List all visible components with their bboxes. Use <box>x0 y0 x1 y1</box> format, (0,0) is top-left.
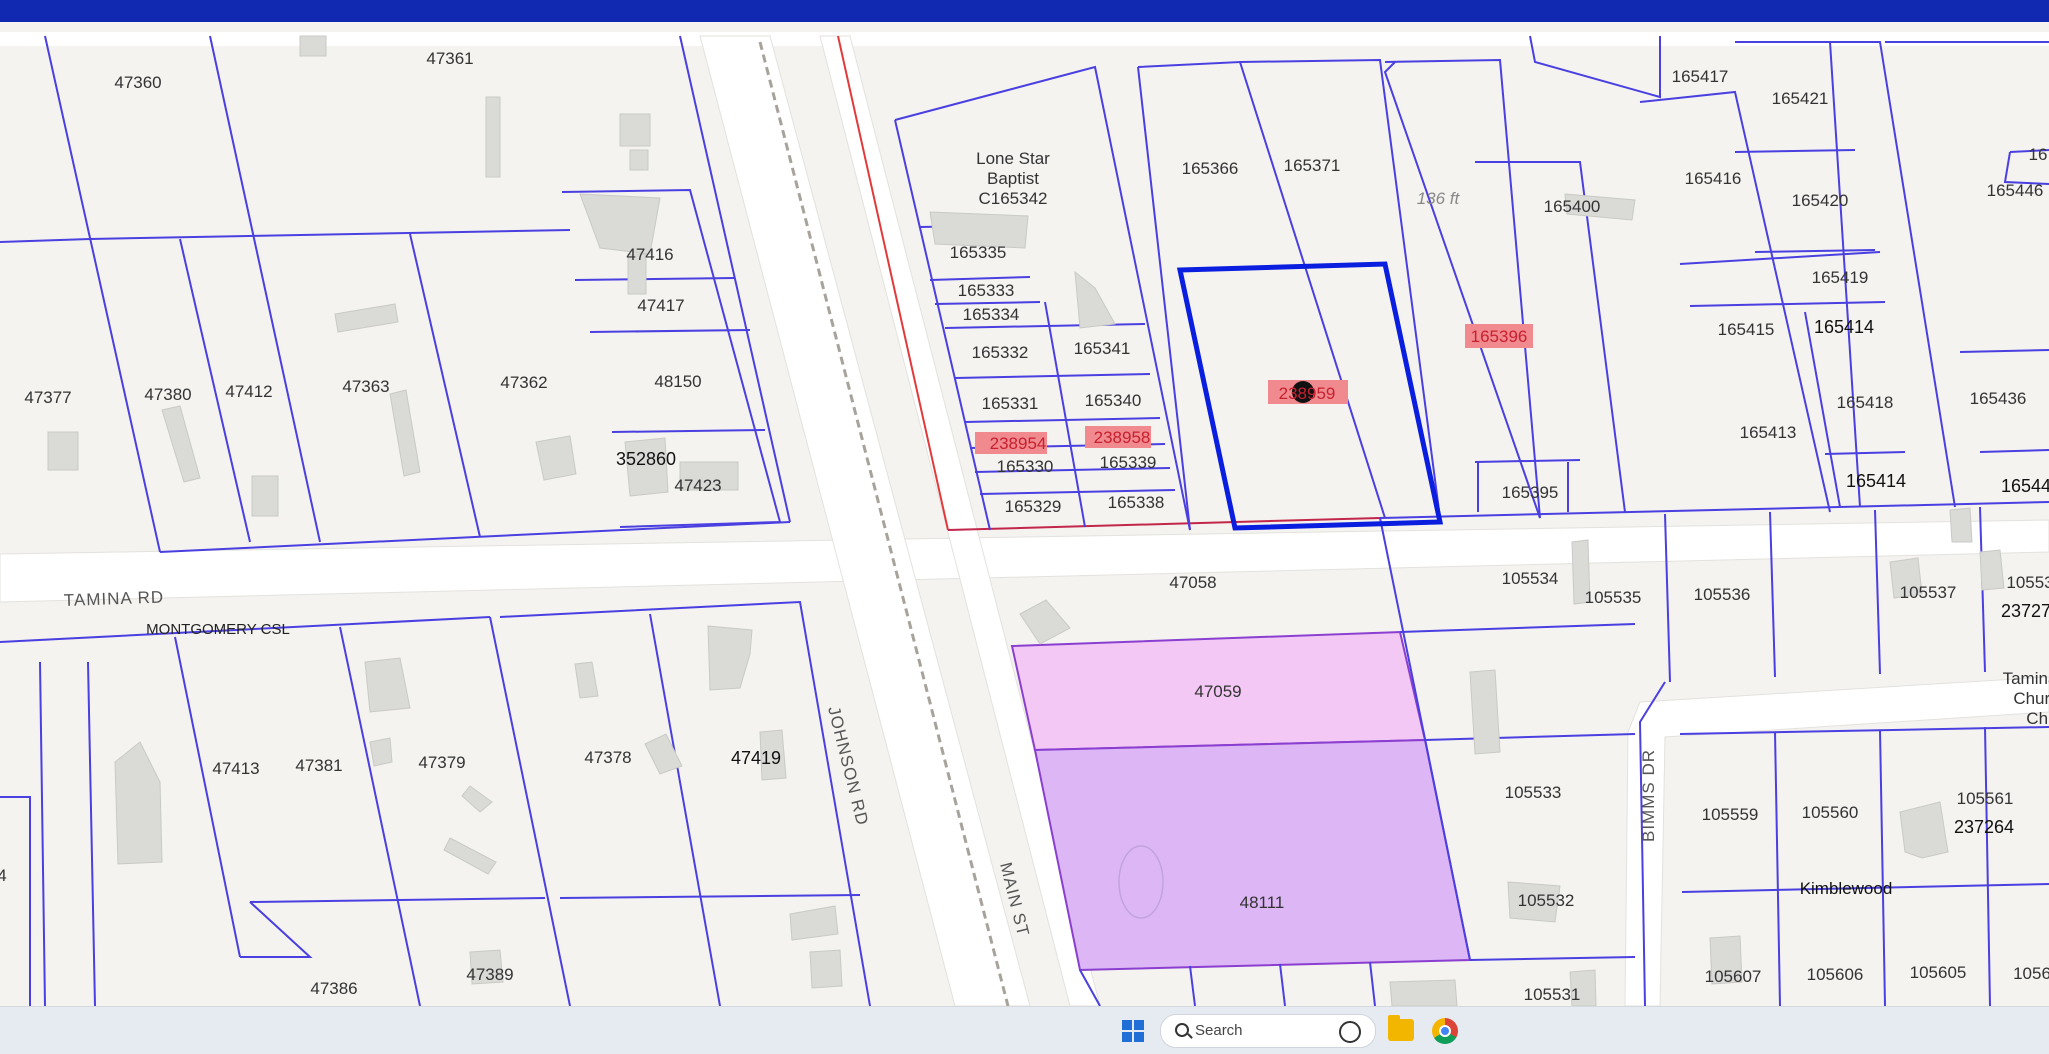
label-105532: 105532 <box>1518 891 1575 910</box>
parcel-48111-fill[interactable] <box>1033 738 1472 972</box>
label-165335: 165335 <box>950 243 1007 262</box>
label-352860: 352860 <box>616 449 676 469</box>
label-165414-b: 165414 <box>1846 471 1906 491</box>
label-105533: 105533 <box>1505 783 1562 802</box>
label-165400: 165400 <box>1544 197 1601 216</box>
label-47412: 47412 <box>225 382 272 401</box>
label-48111: 48111 <box>1240 893 1285 912</box>
church-label-2: Baptist <box>987 169 1039 188</box>
label-165421: 165421 <box>1772 89 1829 108</box>
label-105605: 105605 <box>1910 963 1967 982</box>
label-237264: 237264 <box>1954 817 2014 837</box>
label-105606: 105606 <box>1807 965 1864 984</box>
church-label-3: C165342 <box>978 189 1047 208</box>
label-47380: 47380 <box>144 385 191 404</box>
map-canvas[interactable]: 47360 47361 47416 47417 48150 47377 4738… <box>0 22 2049 1006</box>
label-47378: 47378 <box>584 748 631 767</box>
label-238958: 238958 <box>1094 428 1151 447</box>
label-165366: 165366 <box>1182 159 1239 178</box>
label-cut-23727: 23727 <box>2001 601 2049 621</box>
label-165341: 165341 <box>1074 339 1131 358</box>
label-105561: 105561 <box>1957 789 2014 808</box>
label-47360: 47360 <box>114 73 161 92</box>
label-165418: 165418 <box>1837 393 1894 412</box>
chrome-icon[interactable] <box>1432 1018 1458 1044</box>
label-165339: 165339 <box>1100 453 1157 472</box>
label-47389: 47389 <box>466 965 513 984</box>
label-165419: 165419 <box>1812 268 1869 287</box>
road-label-tamina: TAMINA RD <box>63 588 164 610</box>
label-cut-165446: 165446 <box>1987 181 2044 200</box>
label-105531: 105531 <box>1524 985 1581 1004</box>
label-47059: 47059 <box>1194 682 1241 701</box>
label-165420: 165420 <box>1792 191 1849 210</box>
label-105607: 105607 <box>1705 967 1762 986</box>
label-47377: 47377 <box>24 388 71 407</box>
search-placeholder: Search <box>1195 1022 1243 1039</box>
label-47416: 47416 <box>626 245 673 264</box>
label-165436: 165436 <box>1970 389 2027 408</box>
road-label-bimms: BIMMS DR <box>1639 749 1658 842</box>
label-cut-10553: 10553 <box>2006 573 2049 592</box>
tamina-church-label-3: Chr <box>2026 709 2049 728</box>
parcel-map[interactable]: 47360 47361 47416 47417 48150 47377 4738… <box>0 22 2049 1006</box>
taskbar: Search <box>0 1006 2049 1054</box>
tamina-church-label-1: Tamina <box>2003 669 2049 688</box>
label-105560: 105560 <box>1802 803 1859 822</box>
label-47417: 47417 <box>637 296 684 315</box>
label-47423: 47423 <box>674 476 721 495</box>
label-47058: 47058 <box>1169 573 1216 592</box>
label-165331: 165331 <box>982 394 1039 413</box>
label-47379: 47379 <box>418 753 465 772</box>
label-105537: 105537 <box>1900 583 1957 602</box>
csl-label: MONTGOMERY CSL <box>146 621 290 638</box>
label-165330: 165330 <box>997 457 1054 476</box>
label-105536: 105536 <box>1694 585 1751 604</box>
label-165334: 165334 <box>963 305 1020 324</box>
label-105535: 105535 <box>1585 588 1642 607</box>
label-165338: 165338 <box>1108 493 1165 512</box>
label-cut-1056: 1056 <box>2013 964 2049 983</box>
measure-label: 136 ft <box>1417 189 1461 208</box>
label-cut-16544: 16544 <box>2001 476 2049 496</box>
label-cut-left: 4 <box>0 866 7 885</box>
label-165416: 165416 <box>1685 169 1742 188</box>
label-165414-a: 165414 <box>1814 317 1874 337</box>
windows-start-icon[interactable] <box>1122 1020 1144 1042</box>
label-47363: 47363 <box>342 377 389 396</box>
tamina-church-label-2: Churc <box>2013 689 2049 708</box>
taskbar-search-box[interactable]: Search <box>1160 1014 1376 1048</box>
label-47419: 47419 <box>731 748 781 768</box>
label-cut-16: 16 <box>2029 145 2048 164</box>
label-105534: 105534 <box>1502 569 1559 588</box>
label-165417: 165417 <box>1672 67 1729 86</box>
label-48150: 48150 <box>654 372 701 391</box>
label-165371: 165371 <box>1284 156 1341 175</box>
file-explorer-icon[interactable] <box>1388 1015 1414 1041</box>
label-165332: 165332 <box>972 343 1029 362</box>
label-47362: 47362 <box>500 373 547 392</box>
label-47413: 47413 <box>212 759 259 778</box>
label-47361: 47361 <box>426 49 473 68</box>
label-165329: 165329 <box>1005 497 1062 516</box>
label-165413: 165413 <box>1740 423 1797 442</box>
label-47386: 47386 <box>310 979 357 998</box>
header-bar <box>0 0 2049 22</box>
label-165396: 165396 <box>1471 327 1528 346</box>
subdivision-label: Kimblewood <box>1800 879 1893 898</box>
church-label-1: Lone Star <box>976 149 1050 168</box>
label-47381: 47381 <box>295 756 342 775</box>
label-165333: 165333 <box>958 281 1015 300</box>
label-165395: 165395 <box>1502 483 1559 502</box>
search-icon <box>1175 1023 1189 1037</box>
label-238954: 238954 <box>990 434 1047 453</box>
search-highlight-icon <box>1339 1021 1361 1043</box>
label-105559: 105559 <box>1702 805 1759 824</box>
label-238959: 238959 <box>1279 384 1336 403</box>
label-165340: 165340 <box>1085 391 1142 410</box>
label-165415: 165415 <box>1718 320 1775 339</box>
